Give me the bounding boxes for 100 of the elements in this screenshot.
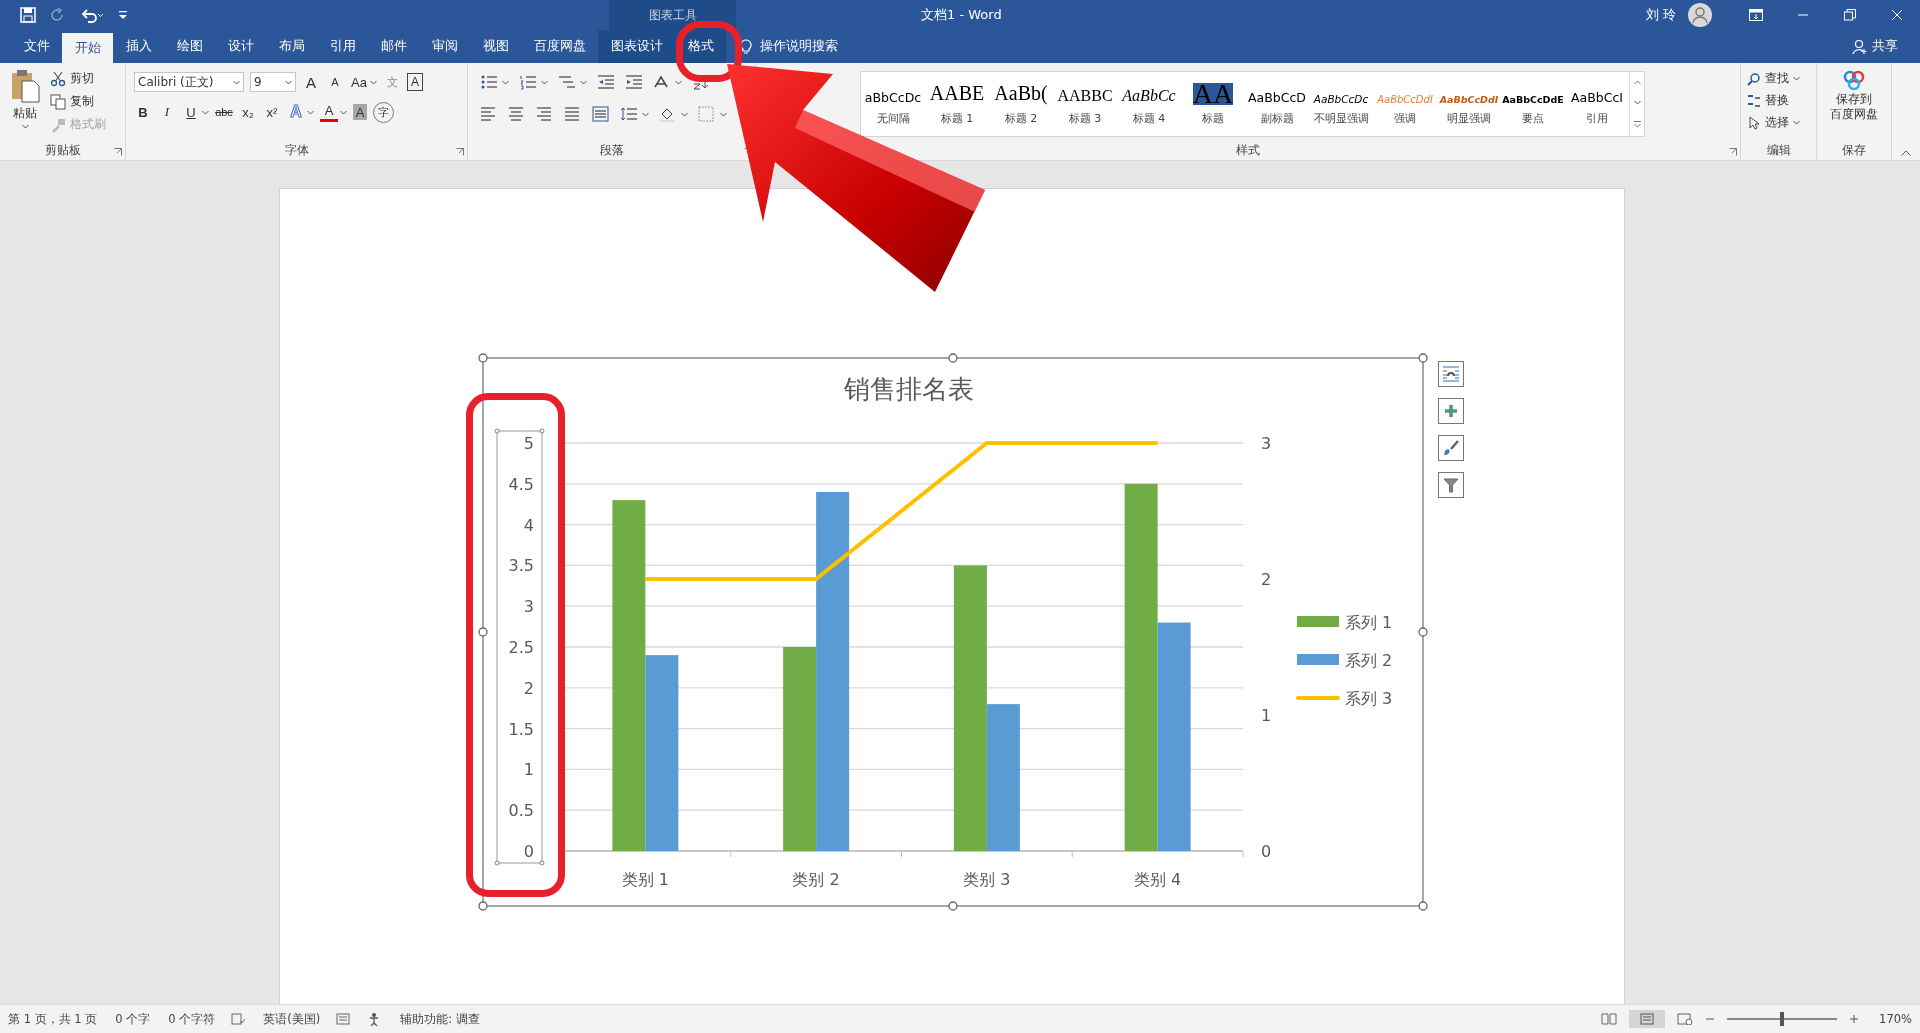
chart-elements-button[interactable] xyxy=(1438,398,1464,424)
text-direction-icon[interactable] xyxy=(653,74,671,90)
caret-icon[interactable] xyxy=(21,124,29,129)
caret-icon[interactable] xyxy=(502,79,509,85)
style-gallery-item[interactable]: AaBbCcD 副标题 xyxy=(1245,72,1309,136)
menu-tab[interactable]: 百度网盘 xyxy=(521,30,598,63)
bar[interactable] xyxy=(645,655,679,851)
line-series[interactable] xyxy=(645,441,1158,581)
align-center-icon[interactable] xyxy=(508,106,526,122)
zoom-level[interactable]: 170% xyxy=(1879,1012,1912,1026)
caret-icon[interactable] xyxy=(720,111,727,117)
caret-icon[interactable] xyxy=(307,109,314,115)
selection-handle[interactable] xyxy=(539,428,545,434)
caret-icon[interactable] xyxy=(202,109,209,115)
avatar-icon[interactable] xyxy=(1688,3,1712,27)
multilevel-list-icon[interactable] xyxy=(558,74,576,90)
scroll-up-icon[interactable] xyxy=(1633,79,1641,85)
resize-handle[interactable] xyxy=(1418,901,1428,911)
font-format-button[interactable]: abc xyxy=(215,102,233,122)
font-format-button[interactable]: A xyxy=(353,104,367,120)
dialog-launcher-icon[interactable] xyxy=(456,148,464,156)
paint-bucket-icon[interactable] xyxy=(659,106,677,122)
lightbulb-icon[interactable] xyxy=(740,38,752,55)
font-format-button[interactable]: U xyxy=(182,102,200,122)
web-layout-icon[interactable] xyxy=(1677,1013,1694,1025)
style-gallery-item[interactable]: aBbCcDc 无间隔 xyxy=(861,72,925,136)
menu-tab[interactable]: 文件 xyxy=(11,30,62,63)
ribbon-display-icon[interactable] xyxy=(1748,9,1763,21)
editing-button[interactable]: 选择 xyxy=(1745,113,1802,132)
macro-icon[interactable] xyxy=(336,1013,351,1025)
style-gallery-item[interactable]: AaBbCcDdI 强调 xyxy=(1373,72,1437,136)
save-to-cloud-button[interactable]: 保存到 百度网盘 xyxy=(1830,69,1878,142)
collapse-ribbon-icon[interactable] xyxy=(1901,150,1911,156)
menu-tab[interactable]: 邮件 xyxy=(368,30,419,63)
undo-icon[interactable] xyxy=(80,7,104,23)
increase-indent-icon[interactable] xyxy=(625,74,643,90)
person-add-icon[interactable] xyxy=(1852,38,1868,55)
style-gallery-item[interactable]: AaBbCc 标题 4 xyxy=(1117,72,1181,136)
editing-button[interactable]: 查找 xyxy=(1745,69,1802,88)
caret-icon[interactable] xyxy=(370,79,377,85)
selection-handle[interactable] xyxy=(494,428,500,434)
menu-tab[interactable]: 插入 xyxy=(113,30,164,63)
font-format-button[interactable]: x² xyxy=(263,102,281,122)
line-spacing-icon[interactable] xyxy=(620,106,638,122)
bar[interactable] xyxy=(1157,622,1191,851)
caret-icon[interactable] xyxy=(1793,76,1800,81)
style-gallery-item[interactable]: AaBb( 标题 2 xyxy=(989,72,1053,136)
caret-icon[interactable] xyxy=(285,79,292,85)
align-left-icon[interactable] xyxy=(480,106,498,122)
numbering-icon[interactable] xyxy=(519,74,537,90)
share-button[interactable]: 共享 xyxy=(1852,30,1920,63)
align-right-icon[interactable] xyxy=(536,106,554,122)
font-format-button[interactable]: A xyxy=(407,73,423,91)
font-format-button[interactable]: A xyxy=(302,72,320,92)
selection-handle[interactable] xyxy=(539,860,545,866)
resize-handle[interactable] xyxy=(948,901,958,911)
editing-button[interactable]: 替换 xyxy=(1745,91,1802,110)
paste-button[interactable]: 粘贴 xyxy=(4,69,46,142)
caret-icon[interactable] xyxy=(1793,120,1800,125)
menu-tab[interactable]: 视图 xyxy=(470,30,521,63)
style-gallery-item[interactable]: AaBbCcI 引用 xyxy=(1565,72,1629,136)
style-gallery-item[interactable]: AA 标题 xyxy=(1181,72,1245,136)
distributed-icon[interactable] xyxy=(592,106,610,122)
caret-icon[interactable] xyxy=(580,79,587,85)
dialog-launcher-icon[interactable] xyxy=(114,148,122,156)
style-gallery-item[interactable]: AABBC 标题 3 xyxy=(1053,72,1117,136)
menu-tab[interactable]: 引用 xyxy=(317,30,368,63)
bullets-icon[interactable] xyxy=(480,74,498,90)
axis-selection-box[interactable] xyxy=(496,430,543,864)
menu-tab[interactable]: 开始 xyxy=(62,33,113,63)
clipboard-button[interactable]: 剪切 xyxy=(48,69,108,88)
dialog-launcher-icon[interactable] xyxy=(1729,148,1737,156)
decrease-indent-icon[interactable] xyxy=(597,74,615,90)
style-gallery-item[interactable]: AaBbCcDc 不明显强调 xyxy=(1309,72,1373,136)
resize-handle[interactable] xyxy=(478,353,488,363)
user-name[interactable]: 刘 玲 xyxy=(1645,6,1676,24)
caret-icon[interactable] xyxy=(1633,100,1641,106)
caret-icon[interactable] xyxy=(675,79,682,85)
redo-icon[interactable] xyxy=(50,7,66,23)
font-format-button[interactable]: Aa xyxy=(350,72,368,92)
justify-icon[interactable] xyxy=(564,106,582,122)
zoom-in-icon[interactable] xyxy=(1849,1014,1860,1024)
close-icon[interactable] xyxy=(1890,9,1903,21)
menu-tab[interactable]: 布局 xyxy=(266,30,317,63)
proofing-icon[interactable] xyxy=(231,1013,246,1025)
style-gallery-item[interactable]: AaBbCcDdE 要点 xyxy=(1501,72,1565,136)
caret-icon[interactable] xyxy=(642,111,649,117)
style-gallery-item[interactable]: AABE 标题 1 xyxy=(925,72,989,136)
bar[interactable] xyxy=(953,565,987,851)
customize-icon[interactable] xyxy=(118,9,128,21)
chart-filters-button[interactable] xyxy=(1438,472,1464,498)
caret-icon[interactable] xyxy=(340,109,347,115)
font-name-field[interactable]: Calibri (正文) xyxy=(134,72,244,92)
font-format-button[interactable]: A xyxy=(326,72,344,92)
print-layout-icon[interactable] xyxy=(1639,1013,1656,1025)
clipboard-button[interactable]: 复制 xyxy=(48,92,108,111)
font-format-button[interactable]: x₂ xyxy=(239,102,257,122)
chart-styles-button[interactable] xyxy=(1438,435,1464,461)
resize-handle[interactable] xyxy=(1418,353,1428,363)
bar[interactable] xyxy=(1124,483,1158,851)
